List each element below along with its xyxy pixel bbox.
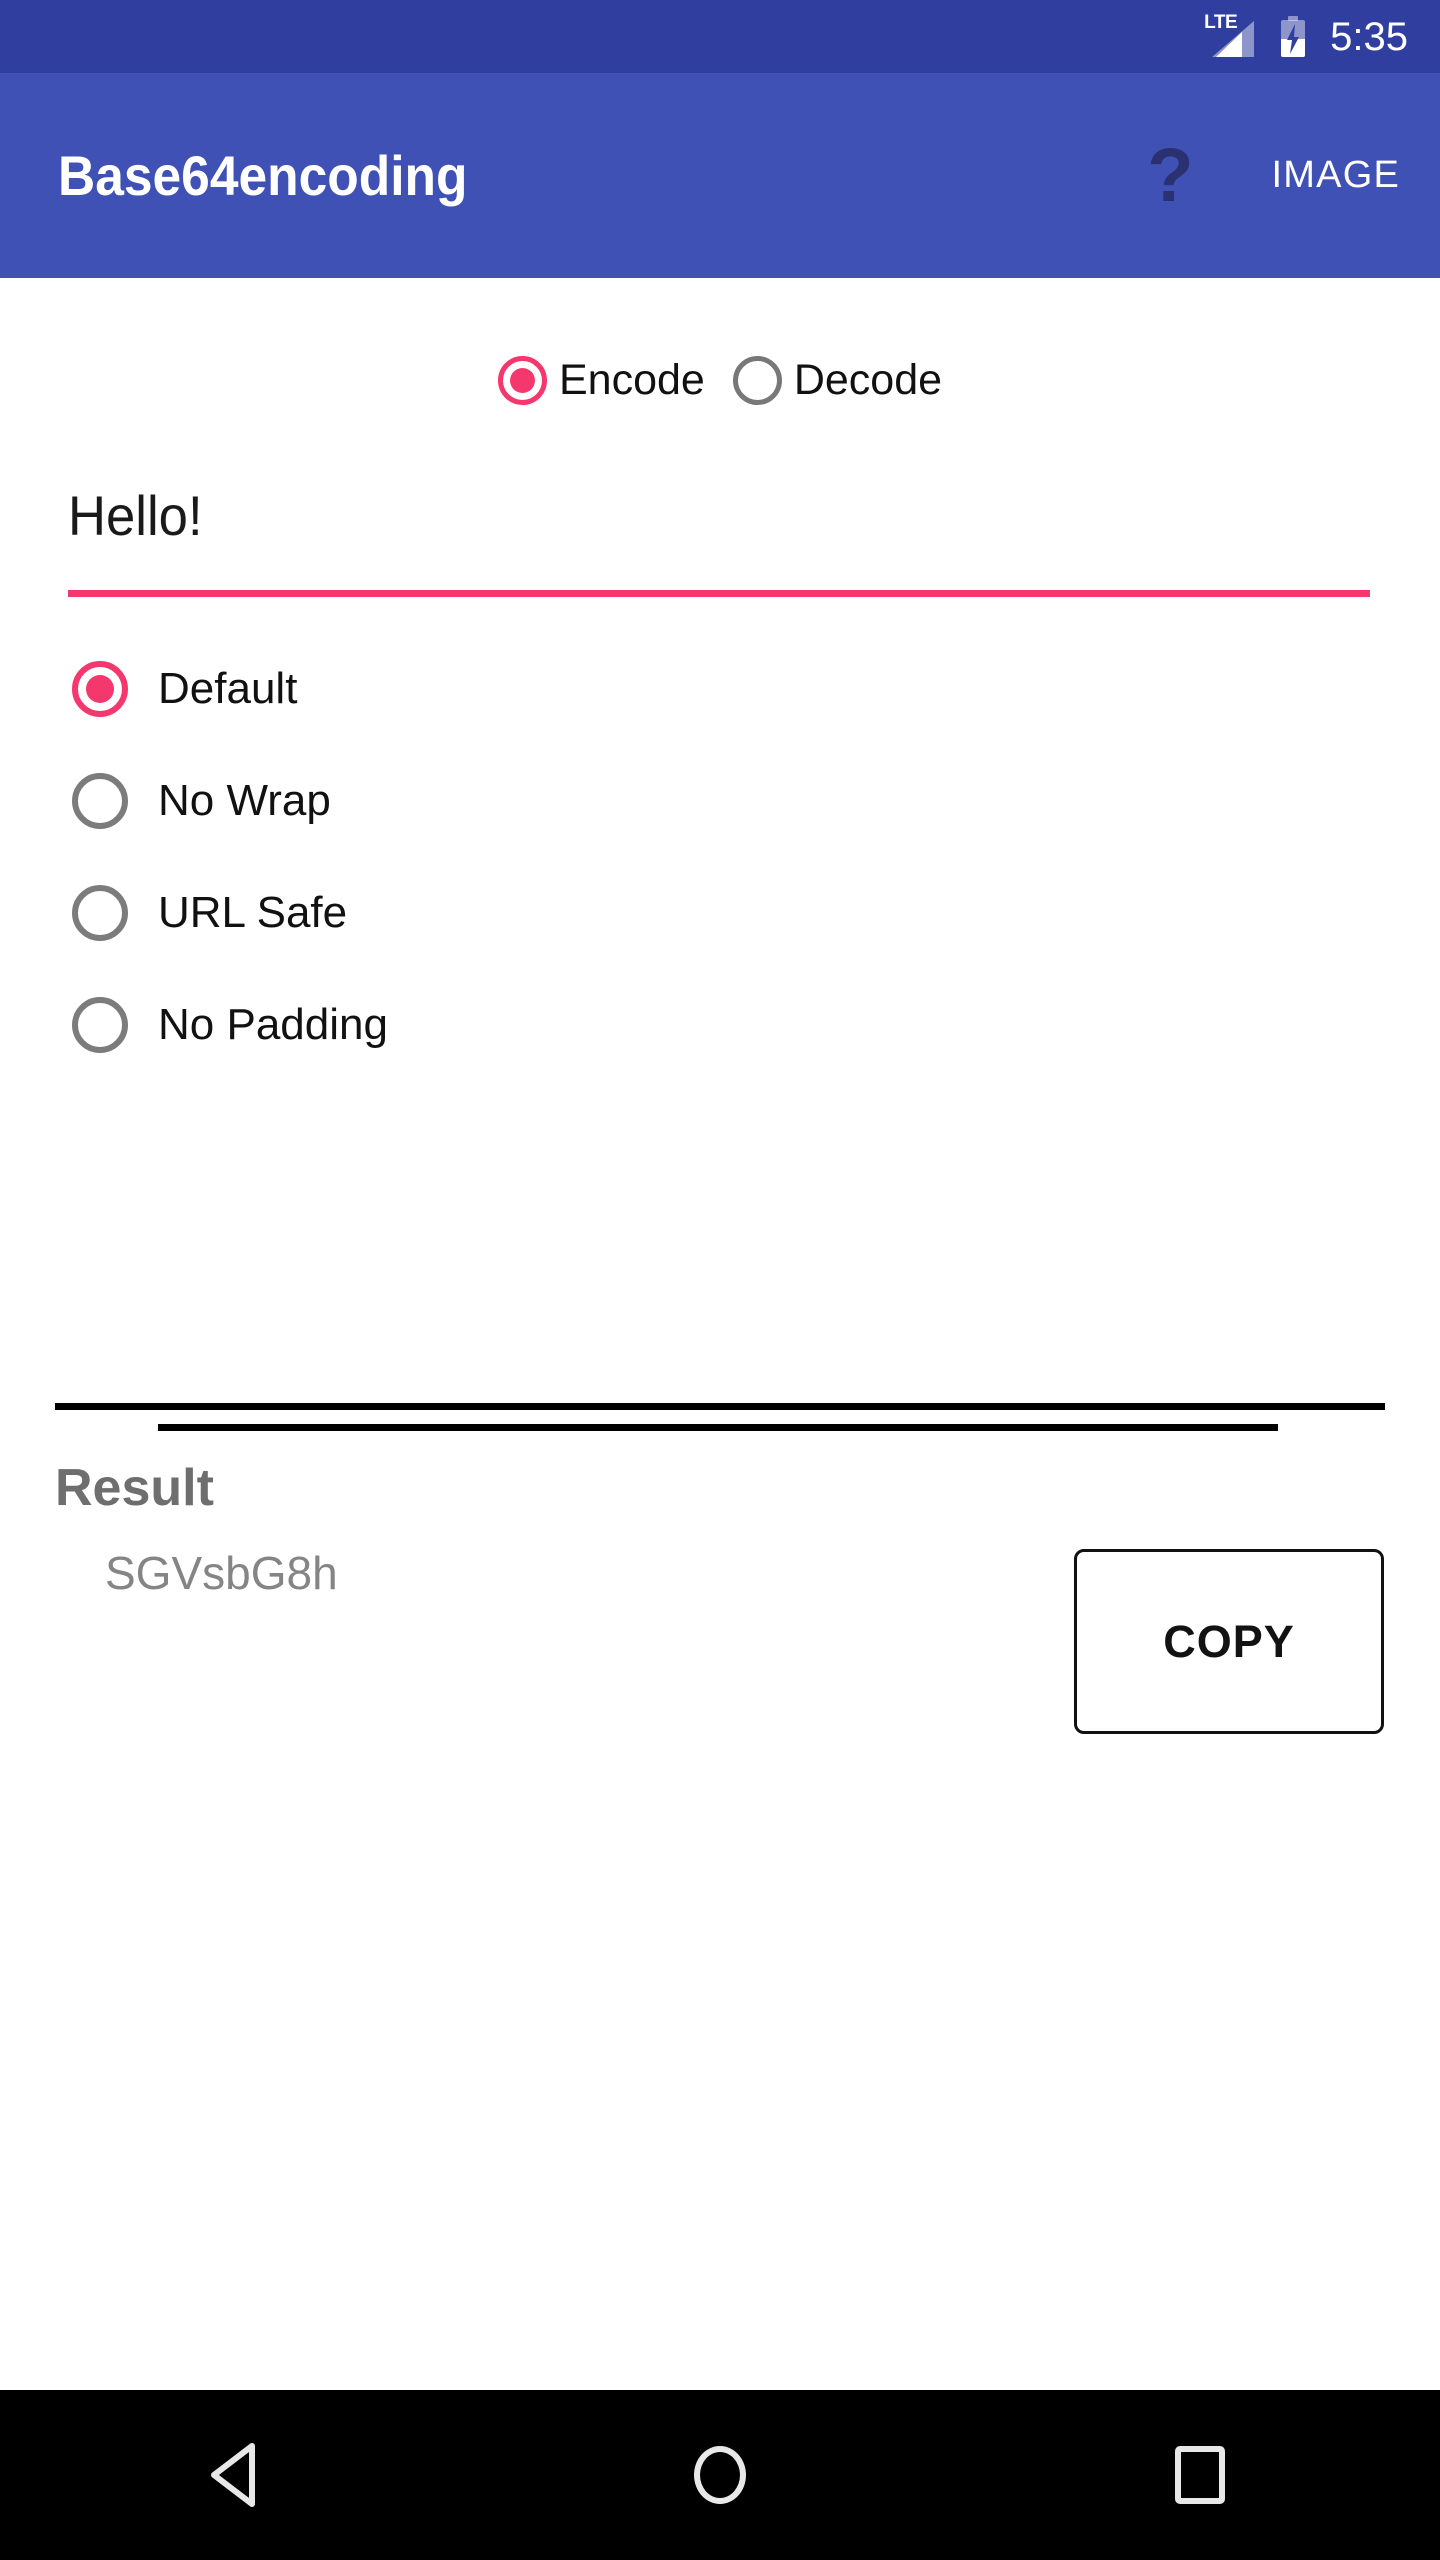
app-title: Base64encoding — [58, 144, 468, 207]
status-bar: LTE 5:35 — [0, 0, 1440, 73]
nav-back-button[interactable] — [0, 2390, 480, 2560]
question-mark-icon[interactable]: ? — [1147, 137, 1193, 214]
mode-option-encode-label: Encode — [558, 356, 705, 404]
square-recents-icon — [1175, 2446, 1225, 2504]
network-type-label: LTE — [1204, 11, 1238, 33]
triangle-back-icon — [211, 2443, 255, 2507]
app-bar: Base64encoding ? IMAGE — [0, 73, 1440, 292]
app-bar-actions: ? IMAGE — [1147, 137, 1400, 214]
option-label-no-wrap: No Wrap — [158, 775, 331, 825]
radio-default-icon[interactable] — [72, 660, 128, 717]
radio-encode-icon[interactable] — [497, 356, 547, 405]
result-value: SGVsbG8h — [105, 1547, 338, 1599]
battery-glyph — [1281, 15, 1306, 57]
copy-button-label: COPY — [1163, 1615, 1295, 1667]
nav-home-button[interactable] — [480, 2390, 960, 2560]
text-input-underline — [68, 590, 1370, 597]
copy-button[interactable]: COPY — [1074, 1549, 1384, 1734]
circle-home-icon — [694, 2446, 746, 2504]
option-label-url-safe: URL Safe — [158, 887, 348, 937]
result-title: Result — [55, 1459, 214, 1517]
option-row-url-safe[interactable]: URL Safe — [72, 878, 388, 947]
text-input-value[interactable]: Hello! — [68, 488, 1292, 554]
option-row-default[interactable]: Default — [72, 654, 388, 723]
encoding-options-radio-group: Default No Wrap URL Safe No Padding — [72, 654, 388, 1102]
text-input-field[interactable]: Hello! — [68, 488, 1370, 597]
nav-recents-button[interactable] — [960, 2390, 1440, 2560]
section-divider-top — [55, 1403, 1385, 1410]
battery-charging-icon — [1278, 15, 1308, 59]
mode-option-decode[interactable]: Decode — [732, 356, 943, 405]
image-action-button[interactable]: IMAGE — [1272, 154, 1400, 197]
signal-bars-icon: LTE — [1204, 13, 1256, 59]
option-row-no-padding[interactable]: No Padding — [72, 990, 388, 1059]
option-row-no-wrap[interactable]: No Wrap — [72, 766, 388, 835]
radio-url-safe-icon[interactable] — [72, 884, 128, 941]
option-label-no-padding: No Padding — [158, 999, 388, 1049]
clock-label: 5:35 — [1330, 14, 1408, 59]
mode-radio-group: Encode Decode — [0, 356, 1440, 405]
mode-option-decode-label: Decode — [793, 356, 943, 404]
radio-no-wrap-icon[interactable] — [72, 772, 128, 829]
status-bar-icons: LTE 5:35 — [1204, 13, 1408, 59]
section-divider-bottom — [158, 1424, 1278, 1431]
mode-option-encode[interactable]: Encode — [497, 356, 705, 405]
option-label-default: Default — [158, 663, 298, 713]
radio-decode-icon[interactable] — [732, 356, 782, 405]
android-navigation-bar — [0, 2390, 1440, 2560]
main-content: Encode Decode Hello! Default No Wrap URL… — [0, 278, 1440, 2390]
radio-no-padding-icon[interactable] — [72, 996, 128, 1053]
